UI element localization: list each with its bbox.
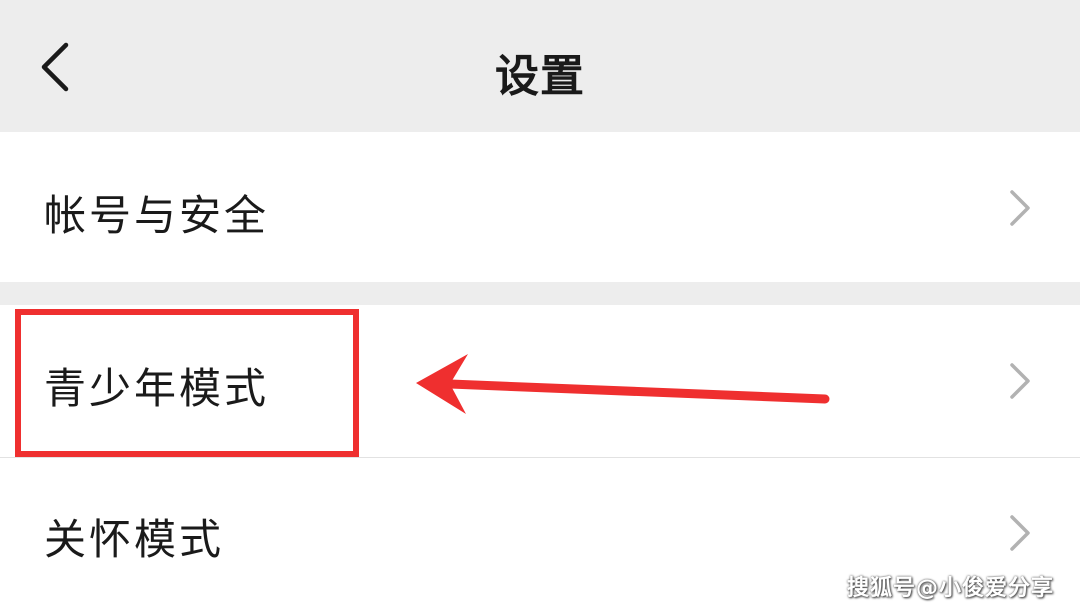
nav-header: 设置 <box>0 0 1080 132</box>
chevron-right-icon <box>1010 190 1030 226</box>
settings-item-label: 帐号与安全 <box>44 191 270 240</box>
settings-item-label: 青少年模式 <box>44 364 270 413</box>
settings-item-account-security[interactable]: 帐号与安全 <box>0 132 1080 282</box>
settings-screen: 设置 帐号与安全 青少年模式 关怀模式 搜狐号@小俊爱分享 <box>0 0 1080 609</box>
chevron-right-icon <box>1010 363 1030 399</box>
watermark: 搜狐号@小俊爱分享 <box>846 576 1054 601</box>
settings-item-teen-mode[interactable]: 青少年模式 <box>0 305 1080 457</box>
settings-item-label: 关怀模式 <box>44 515 225 564</box>
page-title: 设置 <box>495 51 585 102</box>
chevron-right-icon <box>1010 515 1030 551</box>
